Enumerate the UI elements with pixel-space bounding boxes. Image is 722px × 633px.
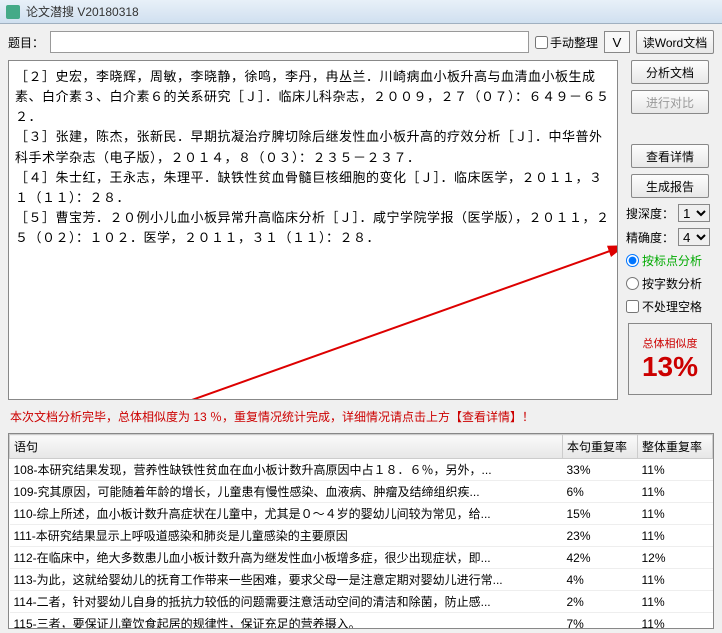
depth-select[interactable]: 1: [678, 204, 710, 222]
table-row[interactable]: 112-在临床中，绝大多数患儿血小板计数升高为继发性血小板增多症，很少出现症状，…: [10, 547, 713, 569]
punct-radio[interactable]: 按标点分析: [626, 252, 714, 269]
precision-select[interactable]: 4: [678, 228, 710, 246]
results-table[interactable]: 语句 本句重复率 整体重复率 108-本研究结果发现，营养性缺铁性贫血在血小板计…: [8, 433, 714, 629]
table-row[interactable]: 108-本研究结果发现，营养性缺铁性贫血在血小板计数升高原因中占１８．６％，另外…: [10, 459, 713, 481]
charcount-radio[interactable]: 按字数分析: [626, 275, 714, 292]
references-text: ［２］史宏，李晓辉，周敏，李晓静，徐鸣，李丹，冉丛兰．川崎病血小板升高与血清血小…: [15, 67, 611, 248]
summary-text: 本次文档分析完毕，总体相似度为 13 ％，重复情况统计完成，详细情况请点击上方【…: [0, 400, 722, 433]
report-button[interactable]: 生成报告: [631, 174, 709, 198]
details-button[interactable]: 查看详情: [631, 144, 709, 168]
nospace-checkbox[interactable]: 不处理空格: [626, 298, 714, 315]
similarity-box: 总体相似度 13%: [628, 323, 712, 395]
references-panel: ［２］史宏，李晓辉，周敏，李晓静，徐鸣，李丹，冉丛兰．川崎病血小板升高与血清血小…: [8, 60, 618, 400]
analyze-button[interactable]: 分析文档: [631, 60, 709, 84]
col-sentence-rate[interactable]: 本句重复率: [563, 435, 638, 459]
window-title: 论文潜搜 V20180318: [26, 3, 139, 20]
topic-label: 题目：: [8, 34, 44, 51]
table-row[interactable]: 113-为此，这就给婴幼儿的抚育工作带来一些困难，要求父母一是注意定期对婴幼儿进…: [10, 569, 713, 591]
table-row[interactable]: 109-究其原因，可能随着年龄的增长，儿童患有慢性感染、血液病、肿瘤及结缔组织疾…: [10, 481, 713, 503]
table-row[interactable]: 114-二者，针对婴幼儿自身的抵抗力较低的问题需要注意活动空间的清洁和除菌，防止…: [10, 591, 713, 613]
col-overall-rate[interactable]: 整体重复率: [638, 435, 713, 459]
table-row[interactable]: 115-三者，要保证儿童饮食起居的规律性，保证充足的营养摄入。7%11%: [10, 613, 713, 630]
manual-checkbox[interactable]: 手动整理: [535, 34, 598, 51]
read-word-button[interactable]: 读Word文档: [636, 30, 714, 54]
depth-label: 搜深度：: [626, 205, 674, 222]
table-row[interactable]: 110-综上所述，血小板计数升高症状在儿童中，尤其是０～４岁的婴幼儿间较为常见，…: [10, 503, 713, 525]
topic-input[interactable]: [50, 31, 529, 53]
col-sentence[interactable]: 语句: [10, 435, 563, 459]
v-button[interactable]: V: [604, 31, 630, 53]
app-icon: [6, 5, 20, 19]
compare-button: 进行对比: [631, 90, 709, 114]
table-row[interactable]: 111-本研究结果显示上呼吸道感染和肺炎是儿童感染的主要原因23%11%: [10, 525, 713, 547]
precision-label: 精确度：: [626, 229, 674, 246]
